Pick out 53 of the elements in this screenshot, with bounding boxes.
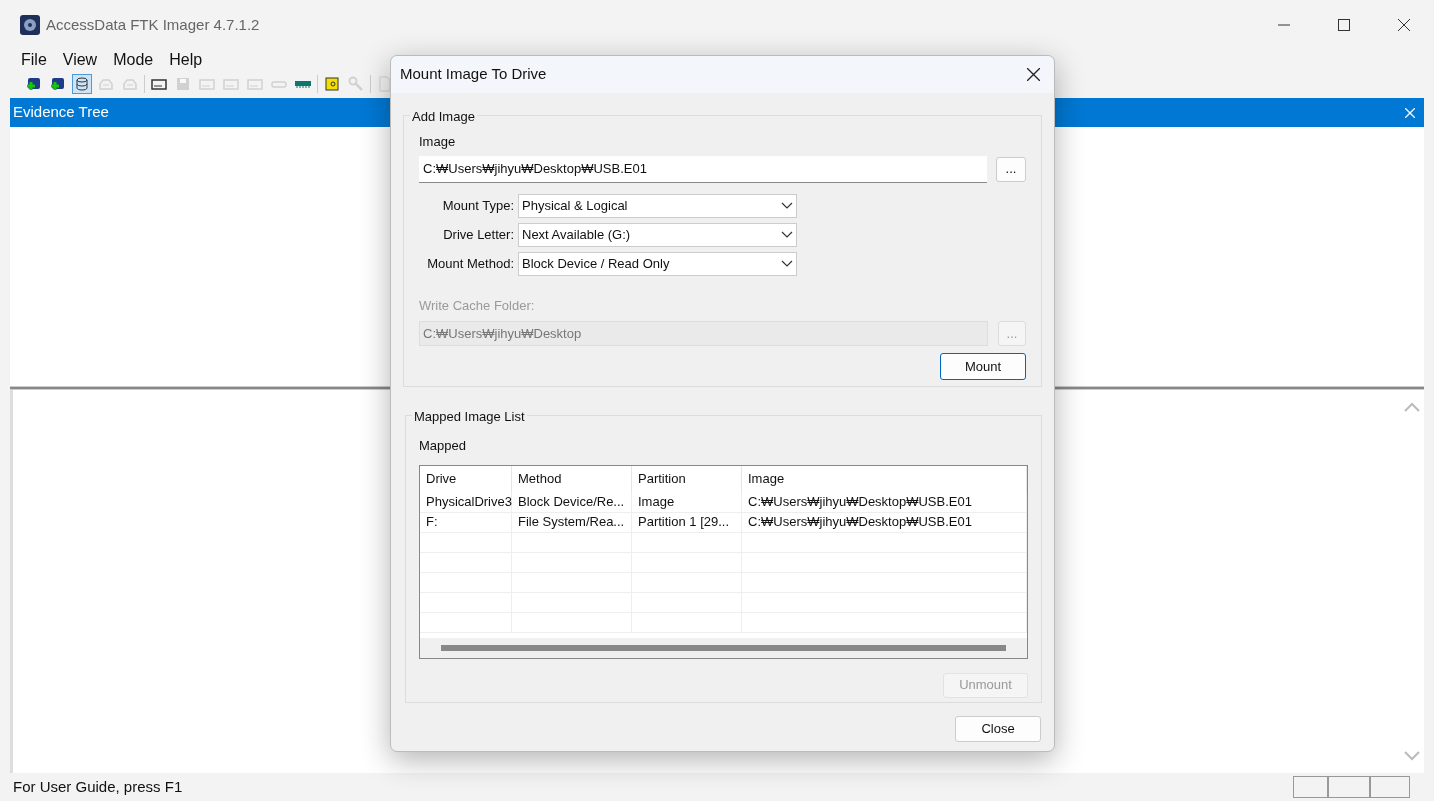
- scroll-down-icon[interactable]: [1404, 751, 1420, 761]
- field-label: Write Cache Folder:: [419, 296, 536, 315]
- app-logo-icon: [20, 15, 40, 35]
- column-header[interactable]: Image: [742, 465, 1027, 493]
- table-cell: File System/Rea...: [512, 512, 632, 532]
- table-cell: Image: [632, 492, 742, 512]
- horizontal-scrollbar[interactable]: [420, 637, 1027, 658]
- field-label: Drive Letter:: [442, 225, 515, 244]
- close-icon[interactable]: [1398, 19, 1410, 31]
- menu-item[interactable]: View: [62, 48, 98, 72]
- column-header[interactable]: Partition: [632, 465, 742, 493]
- table-cell: C:₩Users₩jihyu₩Desktop₩USB.E01: [742, 512, 1027, 532]
- dropdown-caret-icon: [781, 201, 793, 210]
- panel-title: Evidence Tree: [13, 102, 109, 123]
- image-path-field[interactable]: C:₩Users₩jihyu₩Desktop₩USB.E01: [419, 155, 987, 183]
- dropdown[interactable]: Next Available (G:): [518, 222, 797, 247]
- close-button[interactable]: Close: [955, 716, 1041, 742]
- maximize-icon[interactable]: [1338, 19, 1350, 31]
- status-text: For User Guide, press F1: [13, 776, 183, 797]
- field-label: Mount Method:: [426, 254, 515, 273]
- field-label: Mapped: [419, 437, 467, 455]
- mount-button[interactable]: Mount: [940, 353, 1026, 380]
- window-title: AccessData FTK Imager 4.7.1.2: [46, 14, 260, 35]
- dropdown-caret-icon: [781, 230, 793, 239]
- table-cell: Partition 1 [29...: [632, 512, 742, 532]
- floppy-icon: [174, 75, 192, 93]
- field-label: Image: [419, 133, 457, 151]
- dropdown-caret-icon: [781, 259, 793, 268]
- scroll-up-icon[interactable]: [1404, 402, 1420, 412]
- safe-icon: [323, 75, 341, 93]
- column-header[interactable]: Method: [512, 465, 632, 493]
- browse-button[interactable]: ...: [996, 156, 1026, 182]
- status-panel: [1370, 776, 1410, 798]
- table-cell: Block Device/Re...: [512, 492, 632, 512]
- close-icon[interactable]: [1027, 68, 1040, 81]
- table-cell: C:₩Users₩jihyu₩Desktop₩USB.E01: [742, 492, 1027, 512]
- disk-stack-icon: [73, 75, 91, 93]
- field-label: Mount Type:: [441, 196, 515, 215]
- add-evidence-icon: [25, 75, 43, 93]
- column-header[interactable]: Drive: [420, 465, 512, 493]
- status-panel: [1328, 776, 1370, 798]
- dialog-title: Mount Image To Drive: [400, 64, 547, 85]
- status-panel: [1293, 776, 1328, 798]
- add-evidence-icon: [49, 75, 67, 93]
- dropdown[interactable]: Block Device / Read Only: [518, 251, 797, 276]
- table-cell: PhysicalDrive3: [420, 492, 512, 512]
- toolbar-button[interactable]: [72, 74, 92, 94]
- menu-item[interactable]: Mode: [113, 48, 154, 72]
- dropdown[interactable]: Physical & Logical: [518, 193, 797, 218]
- toolbar-button[interactable]: [322, 74, 342, 94]
- table-cell: F:: [420, 512, 512, 532]
- menu-item[interactable]: File: [21, 48, 47, 72]
- menu-item[interactable]: Help: [169, 48, 203, 72]
